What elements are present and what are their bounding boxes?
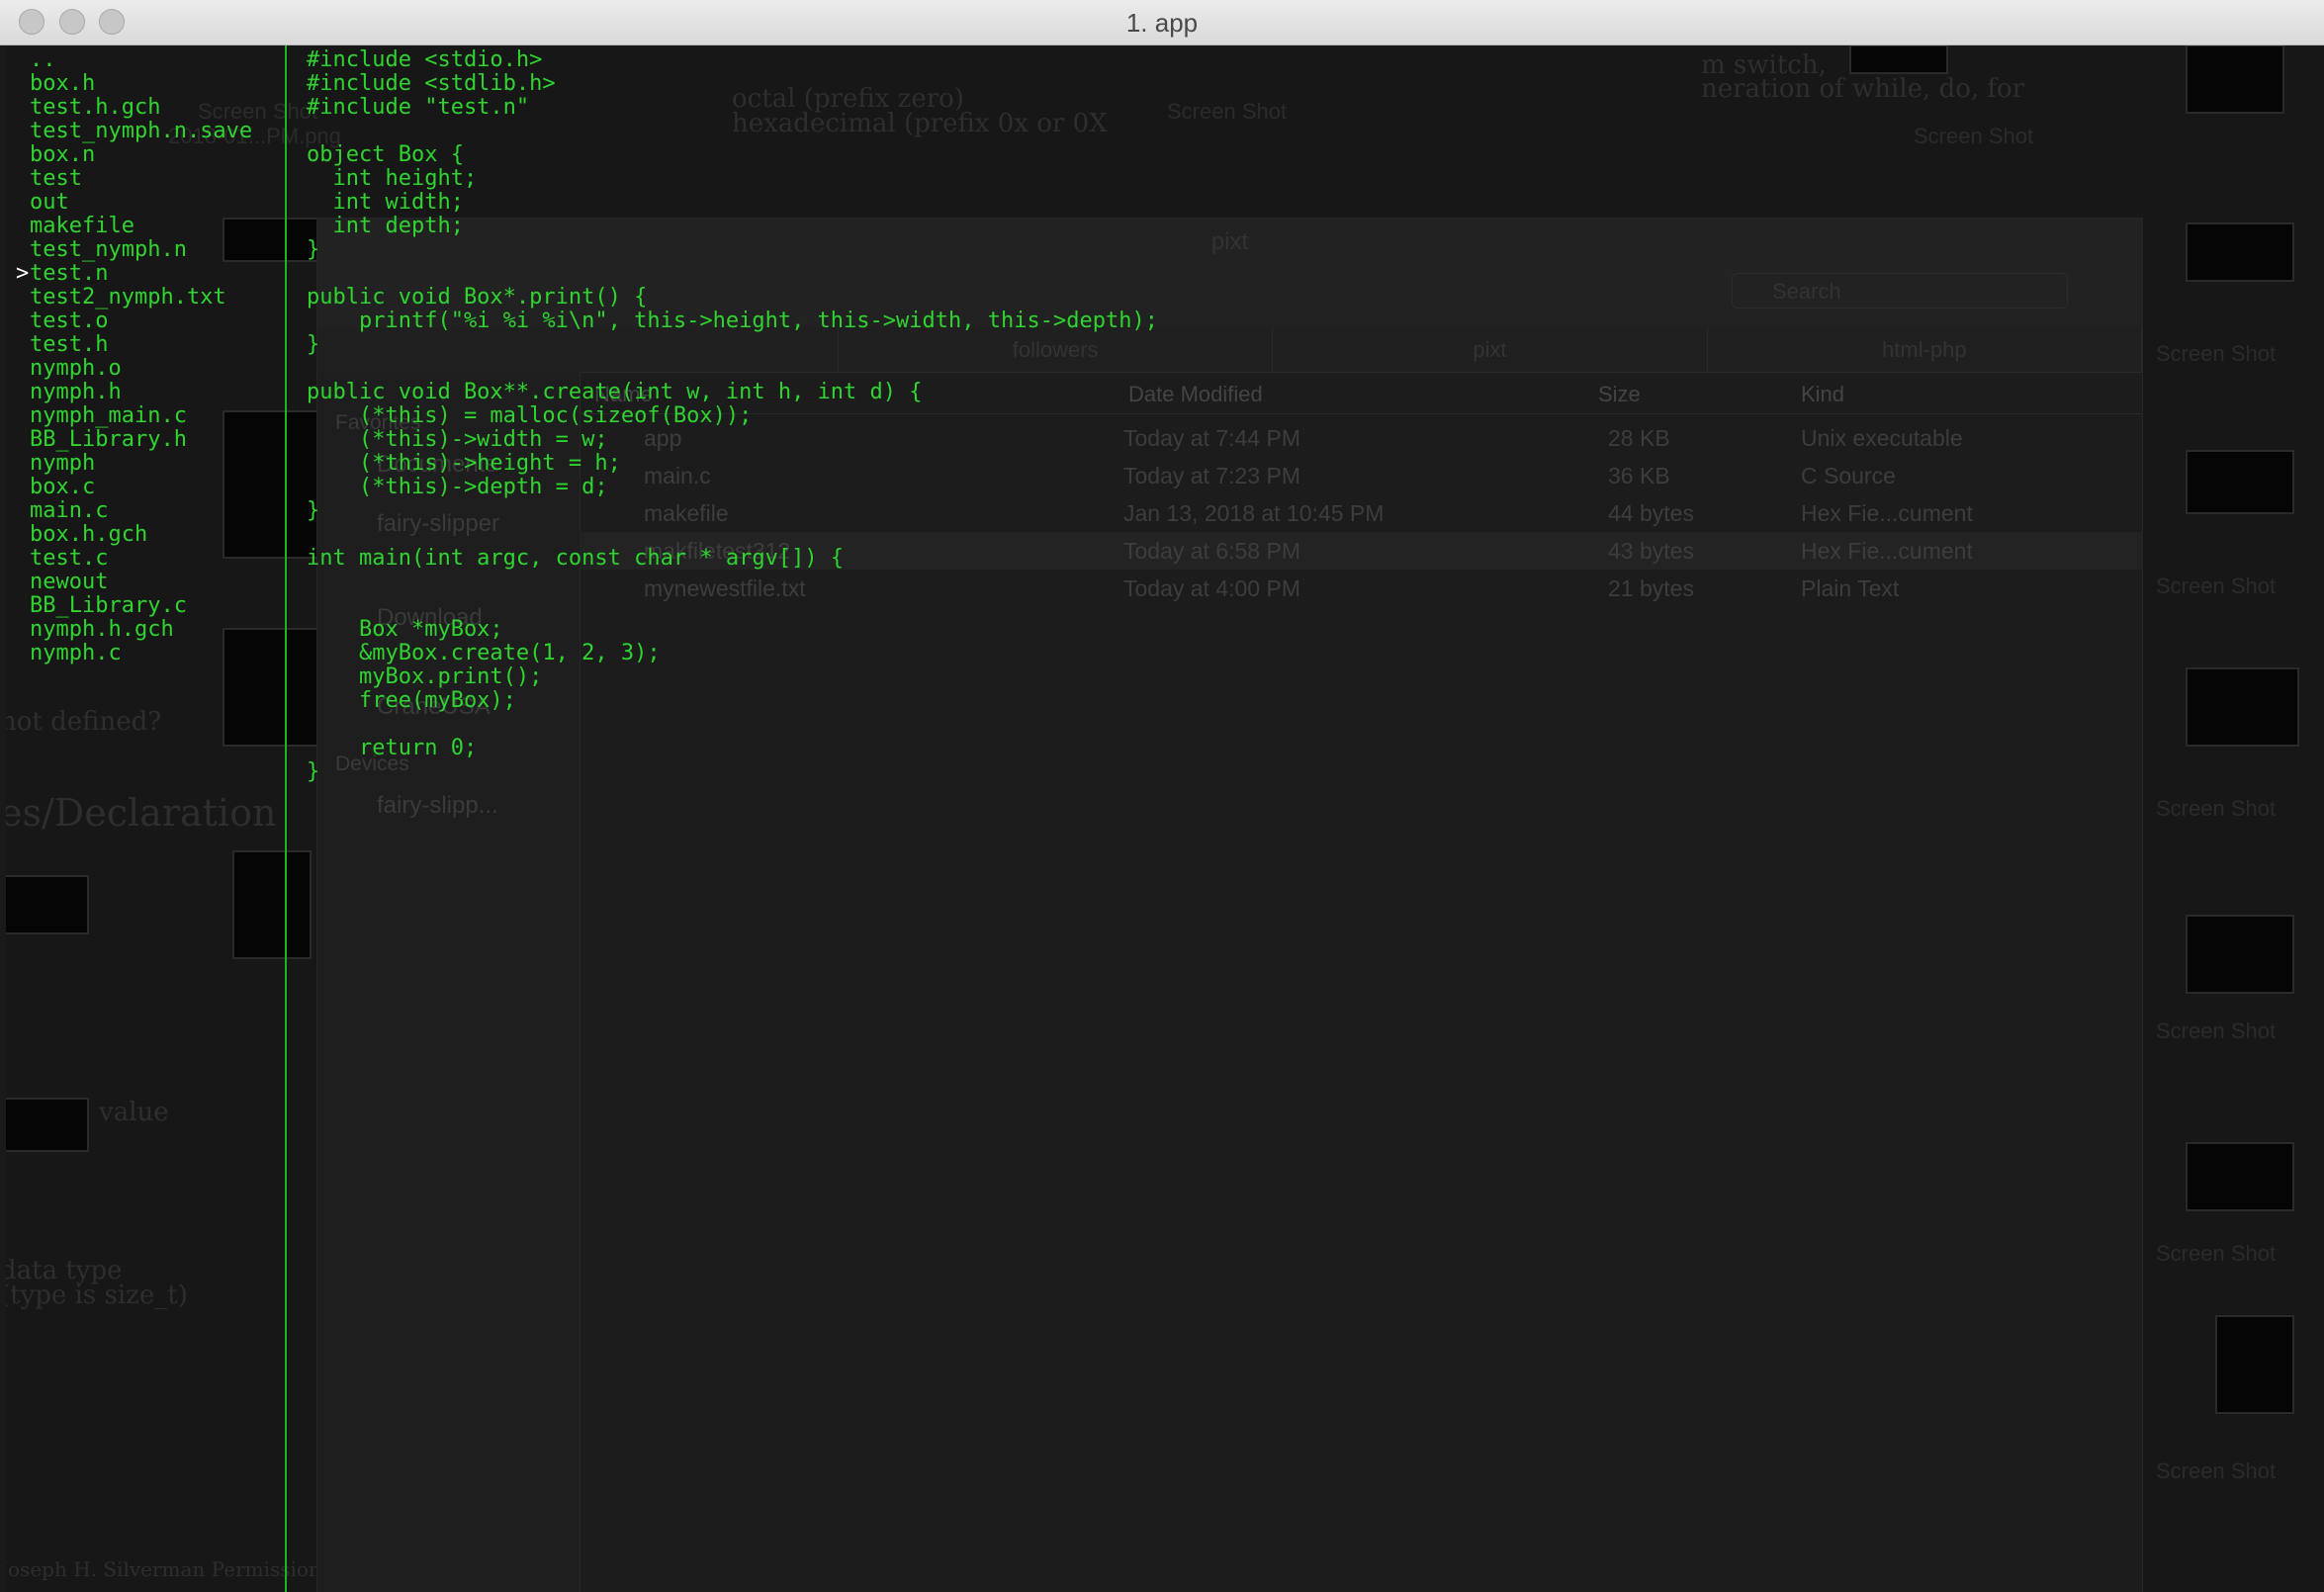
file-list-item[interactable]: BB_Library.c	[30, 594, 252, 618]
code-line[interactable]: int depth;	[307, 215, 1158, 238]
file-list-item[interactable]: main.c	[30, 499, 252, 523]
code-line[interactable]: printf("%i %i %i\n", this->height, this-…	[307, 310, 1158, 333]
code-line[interactable]: (*this)->depth = d;	[307, 476, 1158, 499]
file-list-item[interactable]: nymph.o	[30, 357, 252, 381]
terminal-pane[interactable]: .. box.h test.h.gch test_nymph.n.save box.n t…	[0, 44, 2324, 1592]
file-list-item[interactable]: test.c	[30, 547, 252, 571]
code-line[interactable]: (*this)->width = w;	[307, 428, 1158, 452]
code-line[interactable]: }	[307, 760, 1158, 784]
file-list-item[interactable]: nymph.c	[30, 642, 252, 665]
code-line[interactable]	[307, 262, 1158, 286]
code-line[interactable]	[307, 594, 1158, 618]
pane-divider[interactable]	[285, 44, 287, 1592]
file-list-item[interactable]: test_nymph.n.save	[30, 120, 252, 143]
code-line[interactable]	[307, 523, 1158, 547]
code-line[interactable]: return 0;	[307, 737, 1158, 760]
file-list-item[interactable]: nymph.h.gch	[30, 618, 252, 642]
code-line[interactable]	[307, 713, 1158, 737]
code-line[interactable]: }	[307, 238, 1158, 262]
file-list-item[interactable]: BB_Library.h	[30, 428, 252, 452]
file-list-item[interactable]: test.h.gch	[30, 96, 252, 120]
code-line[interactable]: }	[307, 499, 1158, 523]
file-list-item[interactable]: nymph.h	[30, 381, 252, 404]
window-left-edge	[0, 44, 6, 1592]
code-line[interactable]: free(myBox);	[307, 689, 1158, 713]
file-list-item[interactable]: test2_nymph.txt	[30, 286, 252, 310]
code-line[interactable]: int height;	[307, 167, 1158, 191]
file-list-item[interactable]: box.h.gch	[30, 523, 252, 547]
window-title: 1. app	[1125, 8, 1199, 38]
file-list-item[interactable]: out	[30, 191, 252, 215]
code-line[interactable]: myBox.print();	[307, 665, 1158, 689]
file-list-item[interactable]: test.n >	[16, 262, 252, 286]
code-line[interactable]: Box *myBox;	[307, 618, 1158, 642]
code-line[interactable]: int width;	[307, 191, 1158, 215]
title-bar: 1. app	[0, 0, 2324, 45]
code-line[interactable]	[307, 357, 1158, 381]
file-list-item[interactable]: ..	[30, 48, 252, 72]
file-list-item[interactable]: test	[30, 167, 252, 191]
file-list-item[interactable]: box.n	[30, 143, 252, 167]
code-line[interactable]: }	[307, 333, 1158, 357]
code-line[interactable]: (*this)->height = h;	[307, 452, 1158, 476]
code-line[interactable]	[307, 120, 1158, 143]
file-list-item[interactable]: newout	[30, 571, 252, 594]
code-line[interactable]: &myBox.create(1, 2, 3);	[307, 642, 1158, 665]
code-line[interactable]: object Box {	[307, 143, 1158, 167]
selection-cursor: >	[16, 261, 30, 286]
file-list-item[interactable]: test.h	[30, 333, 252, 357]
code-line[interactable]: public void Box*.print() {	[307, 286, 1158, 310]
code-editor[interactable]: #include <stdio.h> #include <stdlib.h> #in…	[307, 48, 1158, 784]
code-line[interactable]	[307, 571, 1158, 594]
app-window: 1. app octal (prefix zero) hexadecimal (…	[0, 0, 2324, 1592]
file-list-item[interactable]: test.o	[30, 310, 252, 333]
code-line[interactable]: (*this) = malloc(sizeof(Box));	[307, 404, 1158, 428]
file-list-item[interactable]: nymph_main.c	[30, 404, 252, 428]
file-list-item[interactable]: box.c	[30, 476, 252, 499]
file-list-item[interactable]: box.h	[30, 72, 252, 96]
file-list-item[interactable]: nymph	[30, 452, 252, 476]
code-line[interactable]: public void Box**.create(int w, int h, i…	[307, 381, 1158, 404]
code-line[interactable]: int main(int argc, const char * argv[]) …	[307, 547, 1158, 571]
code-line[interactable]: #include <stdio.h>	[307, 48, 1158, 72]
file-explorer-list[interactable]: .. box.h test.h.gch test_nymph.n.save box.n t…	[16, 48, 252, 665]
file-list-item[interactable]: test_nymph.n	[30, 238, 252, 262]
file-list-item[interactable]: makefile	[30, 215, 252, 238]
code-line[interactable]: #include "test.n"	[307, 96, 1158, 120]
code-line[interactable]: #include <stdlib.h>	[307, 72, 1158, 96]
